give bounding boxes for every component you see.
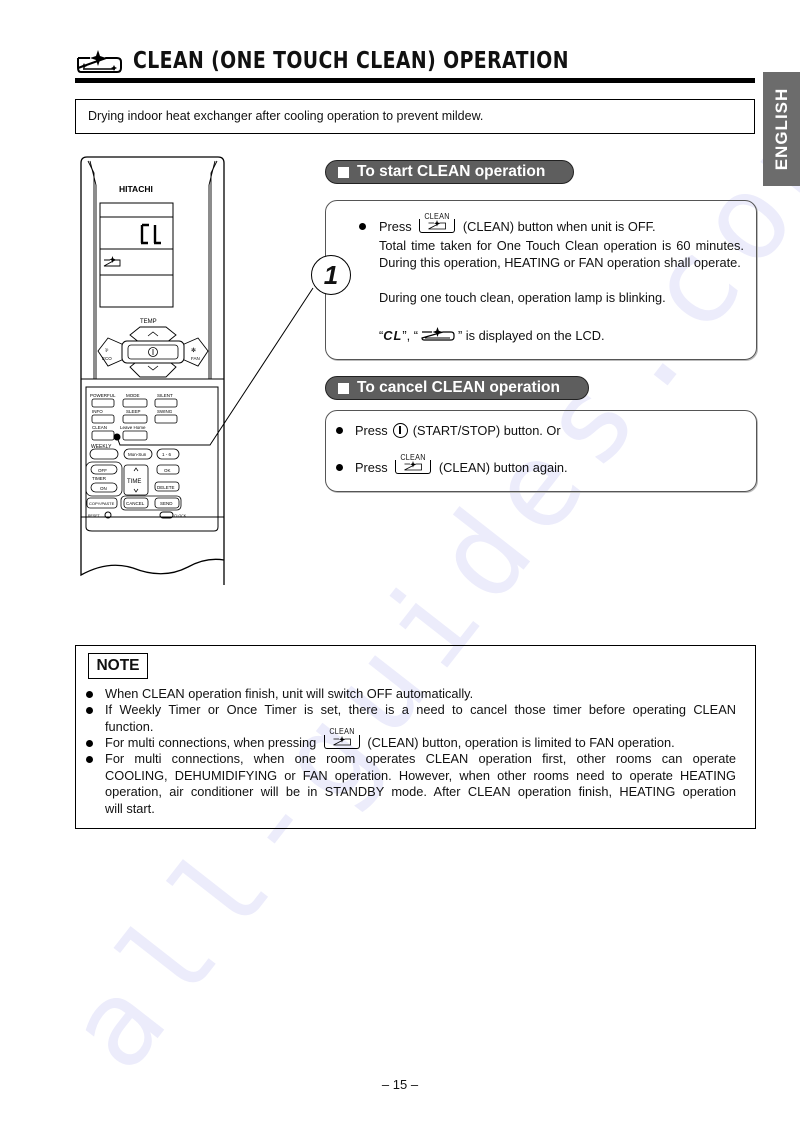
clean-sparkle-icon — [421, 327, 455, 341]
cl-segment-icon: CL — [383, 328, 403, 343]
note-item-continued: COOLING, DEHUMIDIFYING or FAN operation.… — [105, 767, 736, 783]
clean-button-icon: CLEAN — [395, 453, 432, 474]
start-lamp-text: During one touch clean, operation lamp i… — [379, 290, 666, 305]
bullet-icon — [86, 740, 93, 747]
note-item: For multi connections, when one room ope… — [105, 751, 736, 766]
note-item-continued: function. — [105, 718, 154, 734]
bullet-icon — [336, 427, 343, 434]
note-item: For multi connections, when pressing CLE… — [105, 727, 675, 750]
start-instruction: Press CLEAN (CLEAN) button when unit is … — [379, 212, 656, 234]
bullet-icon — [86, 691, 93, 698]
cancel-item-start-stop: Press (START/STOP) button. Or — [355, 423, 561, 438]
start-duration-text: Total time taken for One Touch Clean ope… — [379, 238, 744, 270]
bullet-icon — [336, 464, 343, 471]
square-bullet-icon — [338, 382, 349, 394]
note-label: NOTE — [88, 653, 148, 679]
note-item-continued: operation, air conditioner will be in ST… — [105, 784, 736, 799]
step-number-badge: 1 — [311, 255, 351, 295]
power-icon — [392, 423, 408, 438]
cancel-item-clean: Press CLEAN (CLEAN) button again. — [355, 453, 568, 475]
cancel-clean-heading: To cancel CLEAN operation — [325, 376, 589, 400]
note-item: When CLEAN operation finish, unit will s… — [105, 686, 474, 701]
note-item-continued: will start. — [105, 800, 155, 816]
start-clean-panel: Press CLEAN (CLEAN) button when unit is … — [325, 200, 757, 360]
lcd-display-text: “CL”, “” is displayed on the LCD. — [379, 327, 605, 343]
bullet-icon — [86, 756, 93, 763]
clean-button-icon: CLEAN — [419, 212, 456, 233]
cancel-clean-panel: Press (START/STOP) button. Or Press CLEAN… — [325, 410, 757, 492]
start-clean-heading: To start CLEAN operation — [325, 160, 574, 184]
page-number: – 15 – — [381, 1077, 419, 1092]
square-bullet-icon — [338, 166, 349, 178]
clean-button-icon: CLEAN — [323, 727, 360, 749]
note-item: If Weekly Timer or Once Timer is set, th… — [105, 702, 736, 717]
bullet-icon — [359, 223, 366, 230]
bullet-icon — [86, 707, 93, 714]
